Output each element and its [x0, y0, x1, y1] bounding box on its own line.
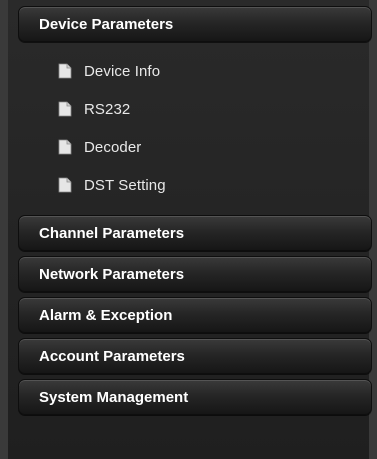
section-title: Account Parameters: [39, 347, 185, 365]
settings-panel: Device Parameters Device Info RS232 Deco…: [0, 0, 377, 459]
section-title: Device Parameters: [39, 15, 174, 33]
document-icon: [58, 177, 72, 193]
menu-item-decoder[interactable]: Decoder: [18, 128, 372, 166]
menu-item-device-info[interactable]: Device Info: [18, 52, 372, 90]
section-title: Network Parameters: [39, 265, 185, 283]
section-title: Channel Parameters: [39, 224, 185, 242]
section-system-management[interactable]: System Management: [18, 379, 372, 415]
settings-menu: Device Parameters Device Info RS232 Deco…: [18, 6, 372, 415]
section-title: Alarm & Exception: [39, 306, 173, 324]
document-icon: [58, 101, 72, 117]
menu-item-label: Device Info: [84, 62, 161, 80]
section-device-parameters[interactable]: Device Parameters: [18, 6, 372, 42]
document-icon: [58, 63, 72, 79]
menu-item-label: DST Setting: [84, 176, 166, 194]
section-network-parameters[interactable]: Network Parameters: [18, 256, 372, 292]
menu-item-label: RS232: [84, 100, 131, 118]
menu-item-label: Decoder: [84, 138, 142, 156]
section-title: System Management: [39, 388, 189, 406]
section-account-parameters[interactable]: Account Parameters: [18, 338, 372, 374]
menu-item-rs232[interactable]: RS232: [18, 90, 372, 128]
section-channel-parameters[interactable]: Channel Parameters: [18, 215, 372, 251]
document-icon: [58, 139, 72, 155]
device-parameters-submenu: Device Info RS232 Decoder DST Setting: [18, 42, 372, 210]
section-alarm-exception[interactable]: Alarm & Exception: [18, 297, 372, 333]
menu-item-dst-setting[interactable]: DST Setting: [18, 166, 372, 204]
